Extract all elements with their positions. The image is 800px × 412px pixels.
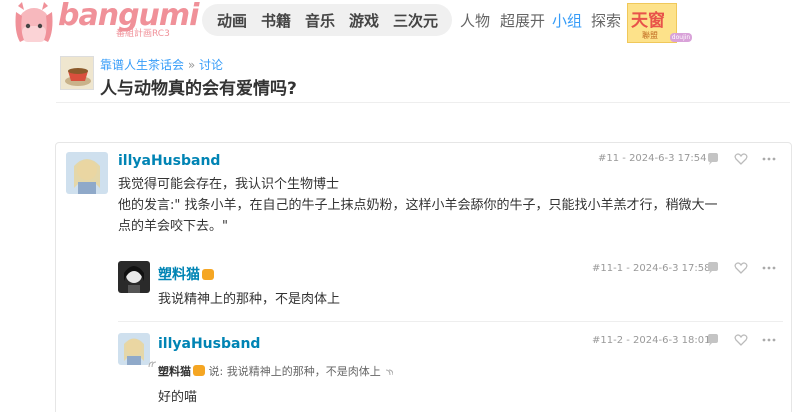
quote-username: 塑料猫 xyxy=(158,365,191,378)
nav-anime[interactable]: 动画 xyxy=(217,10,247,31)
site-logo-subtitle: 番組計画RC3 xyxy=(116,29,170,39)
nav-explore[interactable]: 探索 xyxy=(591,10,621,31)
post-line: 他的发言:" 找条小羊，在自己的牛子上抹点奶粉，这样小羊会舔你的牛子，只能找小羊… xyxy=(118,198,718,213)
nav-groups[interactable]: 小组 xyxy=(552,10,582,31)
reply-card: illyaHusband #11 - 2024-6-3 17:54 我觉得可能会… xyxy=(55,142,792,412)
post-meta[interactable]: #11 - 2024-6-3 17:54 xyxy=(598,153,706,164)
breadcrumb: 靠谱人生茶话会 » 讨论 xyxy=(100,56,223,73)
quote-text: 说: 我说精神上的那种，不是肉体上 xyxy=(208,365,381,378)
comment-icon[interactable] xyxy=(706,261,720,275)
more-icon[interactable] xyxy=(762,261,776,275)
cat-emoji-icon xyxy=(202,269,214,280)
avatar[interactable] xyxy=(66,152,108,194)
divider xyxy=(56,102,790,103)
quote-block: 塑料猫 说: 我说精神上的那种，不是肉体上 xyxy=(148,361,393,379)
banner-title: 天窗 xyxy=(631,11,665,31)
divider xyxy=(118,321,783,322)
more-icon[interactable] xyxy=(762,152,776,166)
site-header: bangumi 番組計画RC3 动画 书籍 音乐 游戏 三次元 人物 超展开 小… xyxy=(0,0,800,44)
quote-close-icon xyxy=(385,369,393,376)
group-icon[interactable] xyxy=(60,56,94,90)
tea-cup-icon xyxy=(61,57,93,89)
like-icon[interactable] xyxy=(734,261,748,275)
nav-games[interactable]: 游戏 xyxy=(349,10,379,31)
nav-rakuen[interactable]: 超展开 xyxy=(500,10,545,31)
nav-people[interactable]: 人物 xyxy=(460,10,490,31)
breadcrumb-section-link[interactable]: 讨论 xyxy=(199,58,223,72)
subreply-username-text: 塑料猫 xyxy=(158,267,200,283)
mascot-logo-icon[interactable] xyxy=(12,2,56,44)
quote-open-icon xyxy=(148,361,156,368)
breadcrumb-group-link[interactable]: 靠谱人生茶话会 xyxy=(100,58,184,72)
like-icon[interactable] xyxy=(734,152,748,166)
post-content: 我觉得可能会存在，我认识个生物博士 他的发言:" 找条小羊，在自己的牛子上抹点奶… xyxy=(118,174,778,237)
nav-real[interactable]: 三次元 xyxy=(393,10,438,31)
nav-music[interactable]: 音乐 xyxy=(305,10,335,31)
page-title: 人与动物真的会有爱情吗? xyxy=(100,79,297,99)
post-line: 点的羊会咬下去。" xyxy=(118,219,228,234)
subreply-content: 好的喵 xyxy=(158,390,198,405)
post-meta[interactable]: #11-1 - 2024-6-3 17:58 xyxy=(592,263,710,274)
comment-icon[interactable] xyxy=(706,152,720,166)
more-icon[interactable] xyxy=(762,333,776,347)
subreply-username[interactable]: 塑料猫 xyxy=(158,264,214,284)
breadcrumb-separator: » xyxy=(187,58,196,72)
nav-books[interactable]: 书籍 xyxy=(261,10,291,31)
subreply-content: 我说精神上的那种，不是肉体上 xyxy=(158,292,341,307)
post-username[interactable]: illyaHusband xyxy=(118,153,220,169)
banner-subtitle: 聯盟 xyxy=(642,31,658,40)
avatar[interactable] xyxy=(118,261,150,293)
subreply-username[interactable]: illyaHusband xyxy=(158,336,260,352)
avatar[interactable] xyxy=(118,333,150,365)
banner-tag: doujin xyxy=(670,33,692,42)
post-meta[interactable]: #11-2 - 2024-6-3 18:01 xyxy=(592,335,710,346)
comment-icon[interactable] xyxy=(706,333,720,347)
cat-emoji-icon xyxy=(193,365,205,376)
post-line: 我觉得可能会存在，我认识个生物博士 xyxy=(118,177,340,192)
like-icon[interactable] xyxy=(734,333,748,347)
